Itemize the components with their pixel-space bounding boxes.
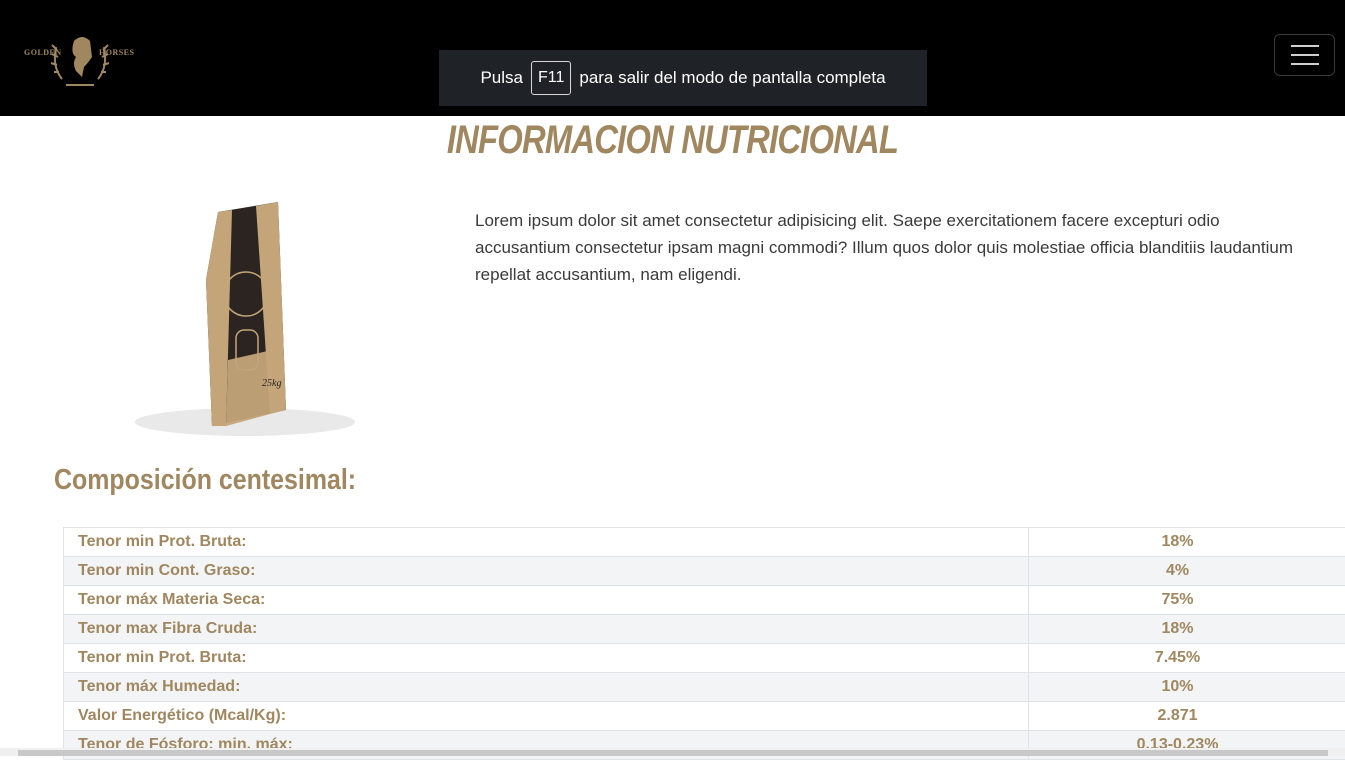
- horse-head-emblem-icon: [22, 27, 138, 91]
- table-row: Tenor max Fibra Cruda:18%: [64, 615, 1345, 644]
- table-row: Tenor máx Humedad:10%: [64, 673, 1345, 702]
- horizontal-scrollbar[interactable]: [0, 748, 1345, 756]
- notice-text-before: Pulsa: [480, 68, 523, 88]
- table-row: Tenor min Cont. Graso:4%: [64, 557, 1345, 586]
- golden-horses-logo[interactable]: GOLDEN HORSES: [22, 27, 138, 91]
- table-row: Tenor min Prot. Bruta:18%: [64, 528, 1345, 557]
- nutrient-value: 18%: [1029, 528, 1345, 557]
- hamburger-icon: [1291, 54, 1319, 56]
- nutrient-value: 10%: [1029, 673, 1345, 702]
- product-description: Lorem ipsum dolor sit amet consectetur a…: [475, 207, 1305, 288]
- logo-text-horses: HORSES: [99, 48, 134, 57]
- logo-text-golden: GOLDEN: [24, 48, 62, 57]
- nutrient-label: Tenor min Prot. Bruta:: [64, 528, 1029, 557]
- f11-key-badge: F11: [531, 61, 571, 95]
- product-bag-image: 25kg: [100, 190, 390, 440]
- nutrient-label: Tenor max Fibra Cruda:: [64, 615, 1029, 644]
- composition-table: Tenor min Prot. Bruta:18%Tenor min Cont.…: [63, 527, 1345, 760]
- package-weight-label: 25kg: [262, 378, 281, 389]
- nutrient-value: 75%: [1029, 586, 1345, 615]
- nutrient-value: 18%: [1029, 615, 1345, 644]
- nutrient-label: Tenor min Cont. Graso:: [64, 557, 1029, 586]
- nutrient-label: Tenor máx Humedad:: [64, 673, 1029, 702]
- nutrient-label: Tenor min Prot. Bruta:: [64, 644, 1029, 673]
- nutrient-value: 4%: [1029, 557, 1345, 586]
- nutrient-value: 2.871: [1029, 702, 1345, 731]
- notice-text-after: para salir del modo de pantalla completa: [579, 68, 885, 88]
- nutrient-label: Valor Energético (Mcal/Kg):: [64, 702, 1029, 731]
- page-title: INFORMACION NUTRICIONAL: [121, 118, 1224, 163]
- table-row: Tenor min Prot. Bruta:7.45%: [64, 644, 1345, 673]
- composition-heading: Composición centesimal:: [54, 464, 356, 497]
- nutrient-label: Tenor máx Materia Seca:: [64, 586, 1029, 615]
- scrollbar-thumb[interactable]: [18, 750, 1328, 756]
- fullscreen-exit-notice: Pulsa F11 para salir del modo de pantall…: [439, 50, 927, 106]
- nutrient-value: 7.45%: [1029, 644, 1345, 673]
- hamburger-icon: [1291, 63, 1319, 65]
- table-row: Valor Energético (Mcal/Kg):2.871: [64, 702, 1345, 731]
- top-navbar: GOLDEN HORSES Pulsa F11 para salir del m…: [0, 0, 1345, 116]
- table-row: Tenor máx Materia Seca:75%: [64, 586, 1345, 615]
- hamburger-icon: [1291, 45, 1319, 47]
- menu-toggle-button[interactable]: [1274, 34, 1335, 76]
